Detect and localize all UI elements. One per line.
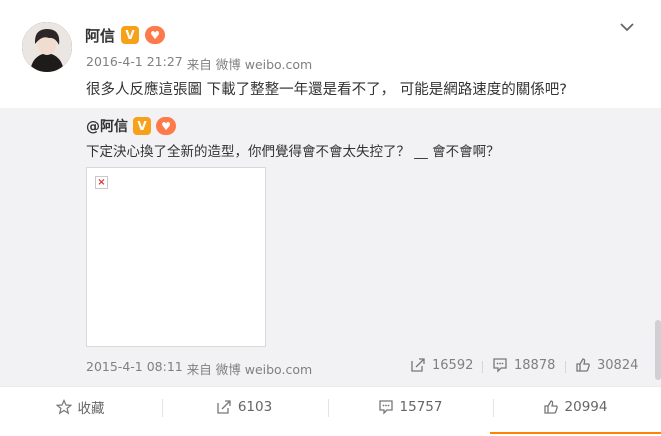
post-source[interactable]: 微博 weibo.com <box>216 54 312 73</box>
scrollbar[interactable] <box>655 320 661 380</box>
share-icon <box>410 357 426 373</box>
favorite-button[interactable]: 收藏 <box>0 387 160 427</box>
repost-box: @阿信 V ♥ 下定決心換了全新的造型，你們覺得會不會太失控了？ __ 會不會啊… <box>0 108 661 386</box>
fan-badge-icon: ♥ <box>156 117 176 135</box>
share-icon <box>216 399 232 415</box>
share-button[interactable]: 6103 <box>164 387 324 427</box>
repost-image[interactable]: × <box>86 167 266 347</box>
divider <box>162 399 163 417</box>
repost-like-count: 30824 <box>597 357 639 373</box>
fan-badge-icon: ♥ <box>145 26 166 44</box>
post-text: 很多人反應這張圖 下載了整整一年還是看不了， 可能是網路速度的關係吧? <box>86 82 567 98</box>
like-count: 20994 <box>564 399 608 415</box>
star-icon <box>55 399 72 415</box>
favorite-label: 收藏 <box>77 401 105 417</box>
divider <box>565 361 566 373</box>
repost-author-row: @阿信 V ♥ <box>86 116 176 136</box>
repost-comment-button[interactable]: 18878 <box>492 357 555 373</box>
thumbs-up-icon <box>575 357 591 373</box>
author-row: 阿信 V ♥ <box>85 24 166 46</box>
repost-share-count: 16592 <box>432 357 474 373</box>
comment-button[interactable]: 15757 <box>330 387 490 427</box>
comment-count: 15757 <box>399 399 443 415</box>
repost-source[interactable]: 微博 weibo.com <box>216 359 312 378</box>
repost-comment-count: 18878 <box>514 357 556 373</box>
verified-icon: V <box>133 117 151 135</box>
comment-icon <box>378 399 394 415</box>
divider <box>482 361 483 373</box>
repost-source-prefix: 来自 <box>186 362 212 377</box>
repost-actions: 16592 18878 30824 <box>410 357 640 377</box>
post-source-prefix: 来自 <box>186 57 212 72</box>
repost-timestamp[interactable]: 2015-4-1 08:11 <box>86 359 183 378</box>
like-button[interactable]: 20994 <box>495 387 655 427</box>
divider <box>493 399 494 417</box>
broken-image-icon: × <box>95 176 108 189</box>
verified-icon: V <box>121 26 140 44</box>
chevron-down-icon[interactable] <box>617 17 637 37</box>
weibo-post-card: 阿信 V ♥ 2016-4-1 21:27 来自 微博 weibo.com 很多… <box>0 0 661 436</box>
repost-share-button[interactable]: 16592 <box>410 357 473 373</box>
post-timestamp[interactable]: 2016-4-1 21:27 <box>86 54 183 73</box>
avatar-image <box>22 22 72 72</box>
share-count: 6103 <box>237 399 273 415</box>
repost-meta: 2015-4-1 08:11 来自 微博 weibo.com <box>86 359 312 378</box>
avatar[interactable] <box>22 22 72 72</box>
repost-like-button[interactable]: 30824 <box>575 357 638 373</box>
comment-icon <box>492 357 508 373</box>
divider <box>328 399 329 417</box>
action-bar: 收藏 6103 15757 20994 <box>0 386 661 436</box>
active-indicator <box>490 432 661 434</box>
repost-text: 下定決心換了全新的造型，你們覺得會不會太失控了？ __ 會不會啊？ <box>86 144 500 160</box>
thumbs-up-icon <box>543 399 559 415</box>
author-name[interactable]: 阿信 <box>85 25 115 46</box>
post-meta: 2016-4-1 21:27 来自 微博 weibo.com <box>86 54 312 73</box>
repost-author-name[interactable]: @阿信 <box>86 116 128 136</box>
